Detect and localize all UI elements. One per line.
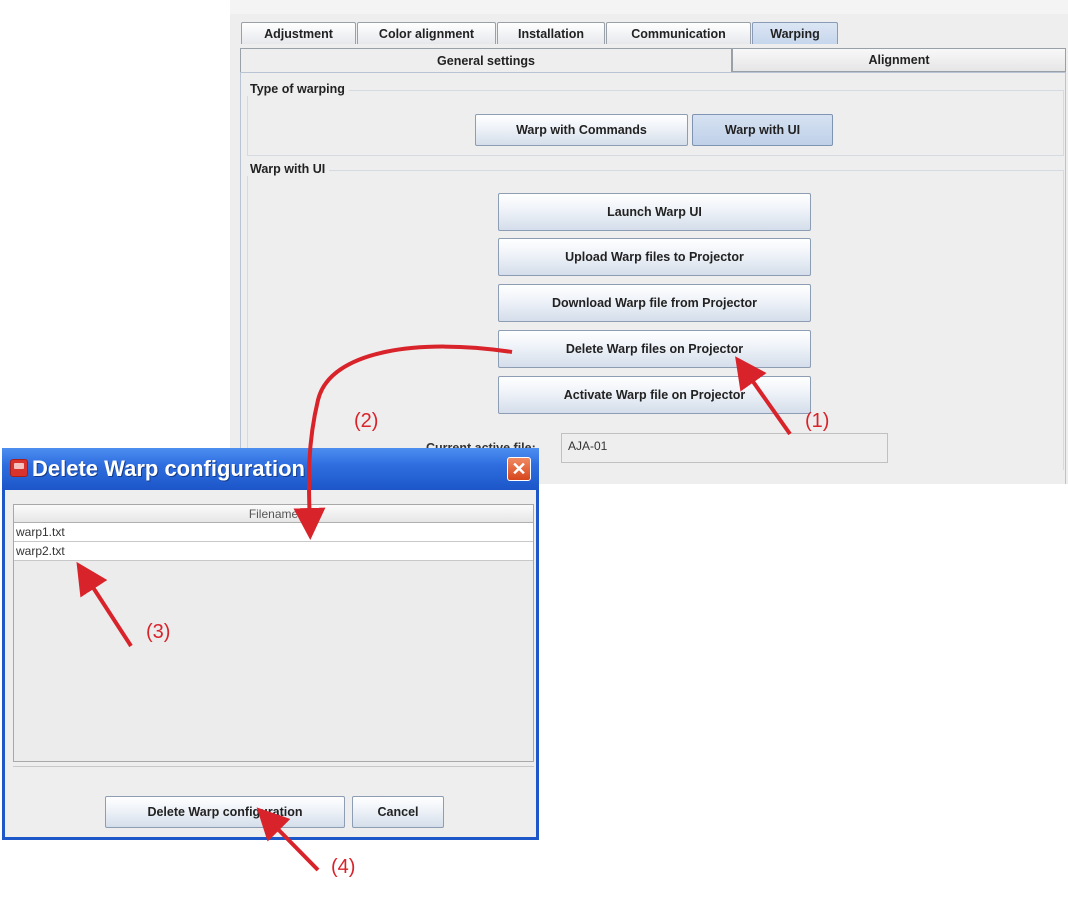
annotation-step1: (1) bbox=[805, 410, 830, 432]
arrow-step3 bbox=[76, 561, 133, 648]
arrow-step4 bbox=[256, 807, 320, 872]
annotation-arrows bbox=[76, 344, 792, 872]
arrow-step2 bbox=[293, 344, 513, 540]
arrow-step1 bbox=[735, 356, 792, 436]
annotation-step3: (3) bbox=[146, 621, 171, 643]
annotation-step2: (2) bbox=[354, 410, 379, 432]
annotation-step4: (4) bbox=[331, 856, 356, 878]
